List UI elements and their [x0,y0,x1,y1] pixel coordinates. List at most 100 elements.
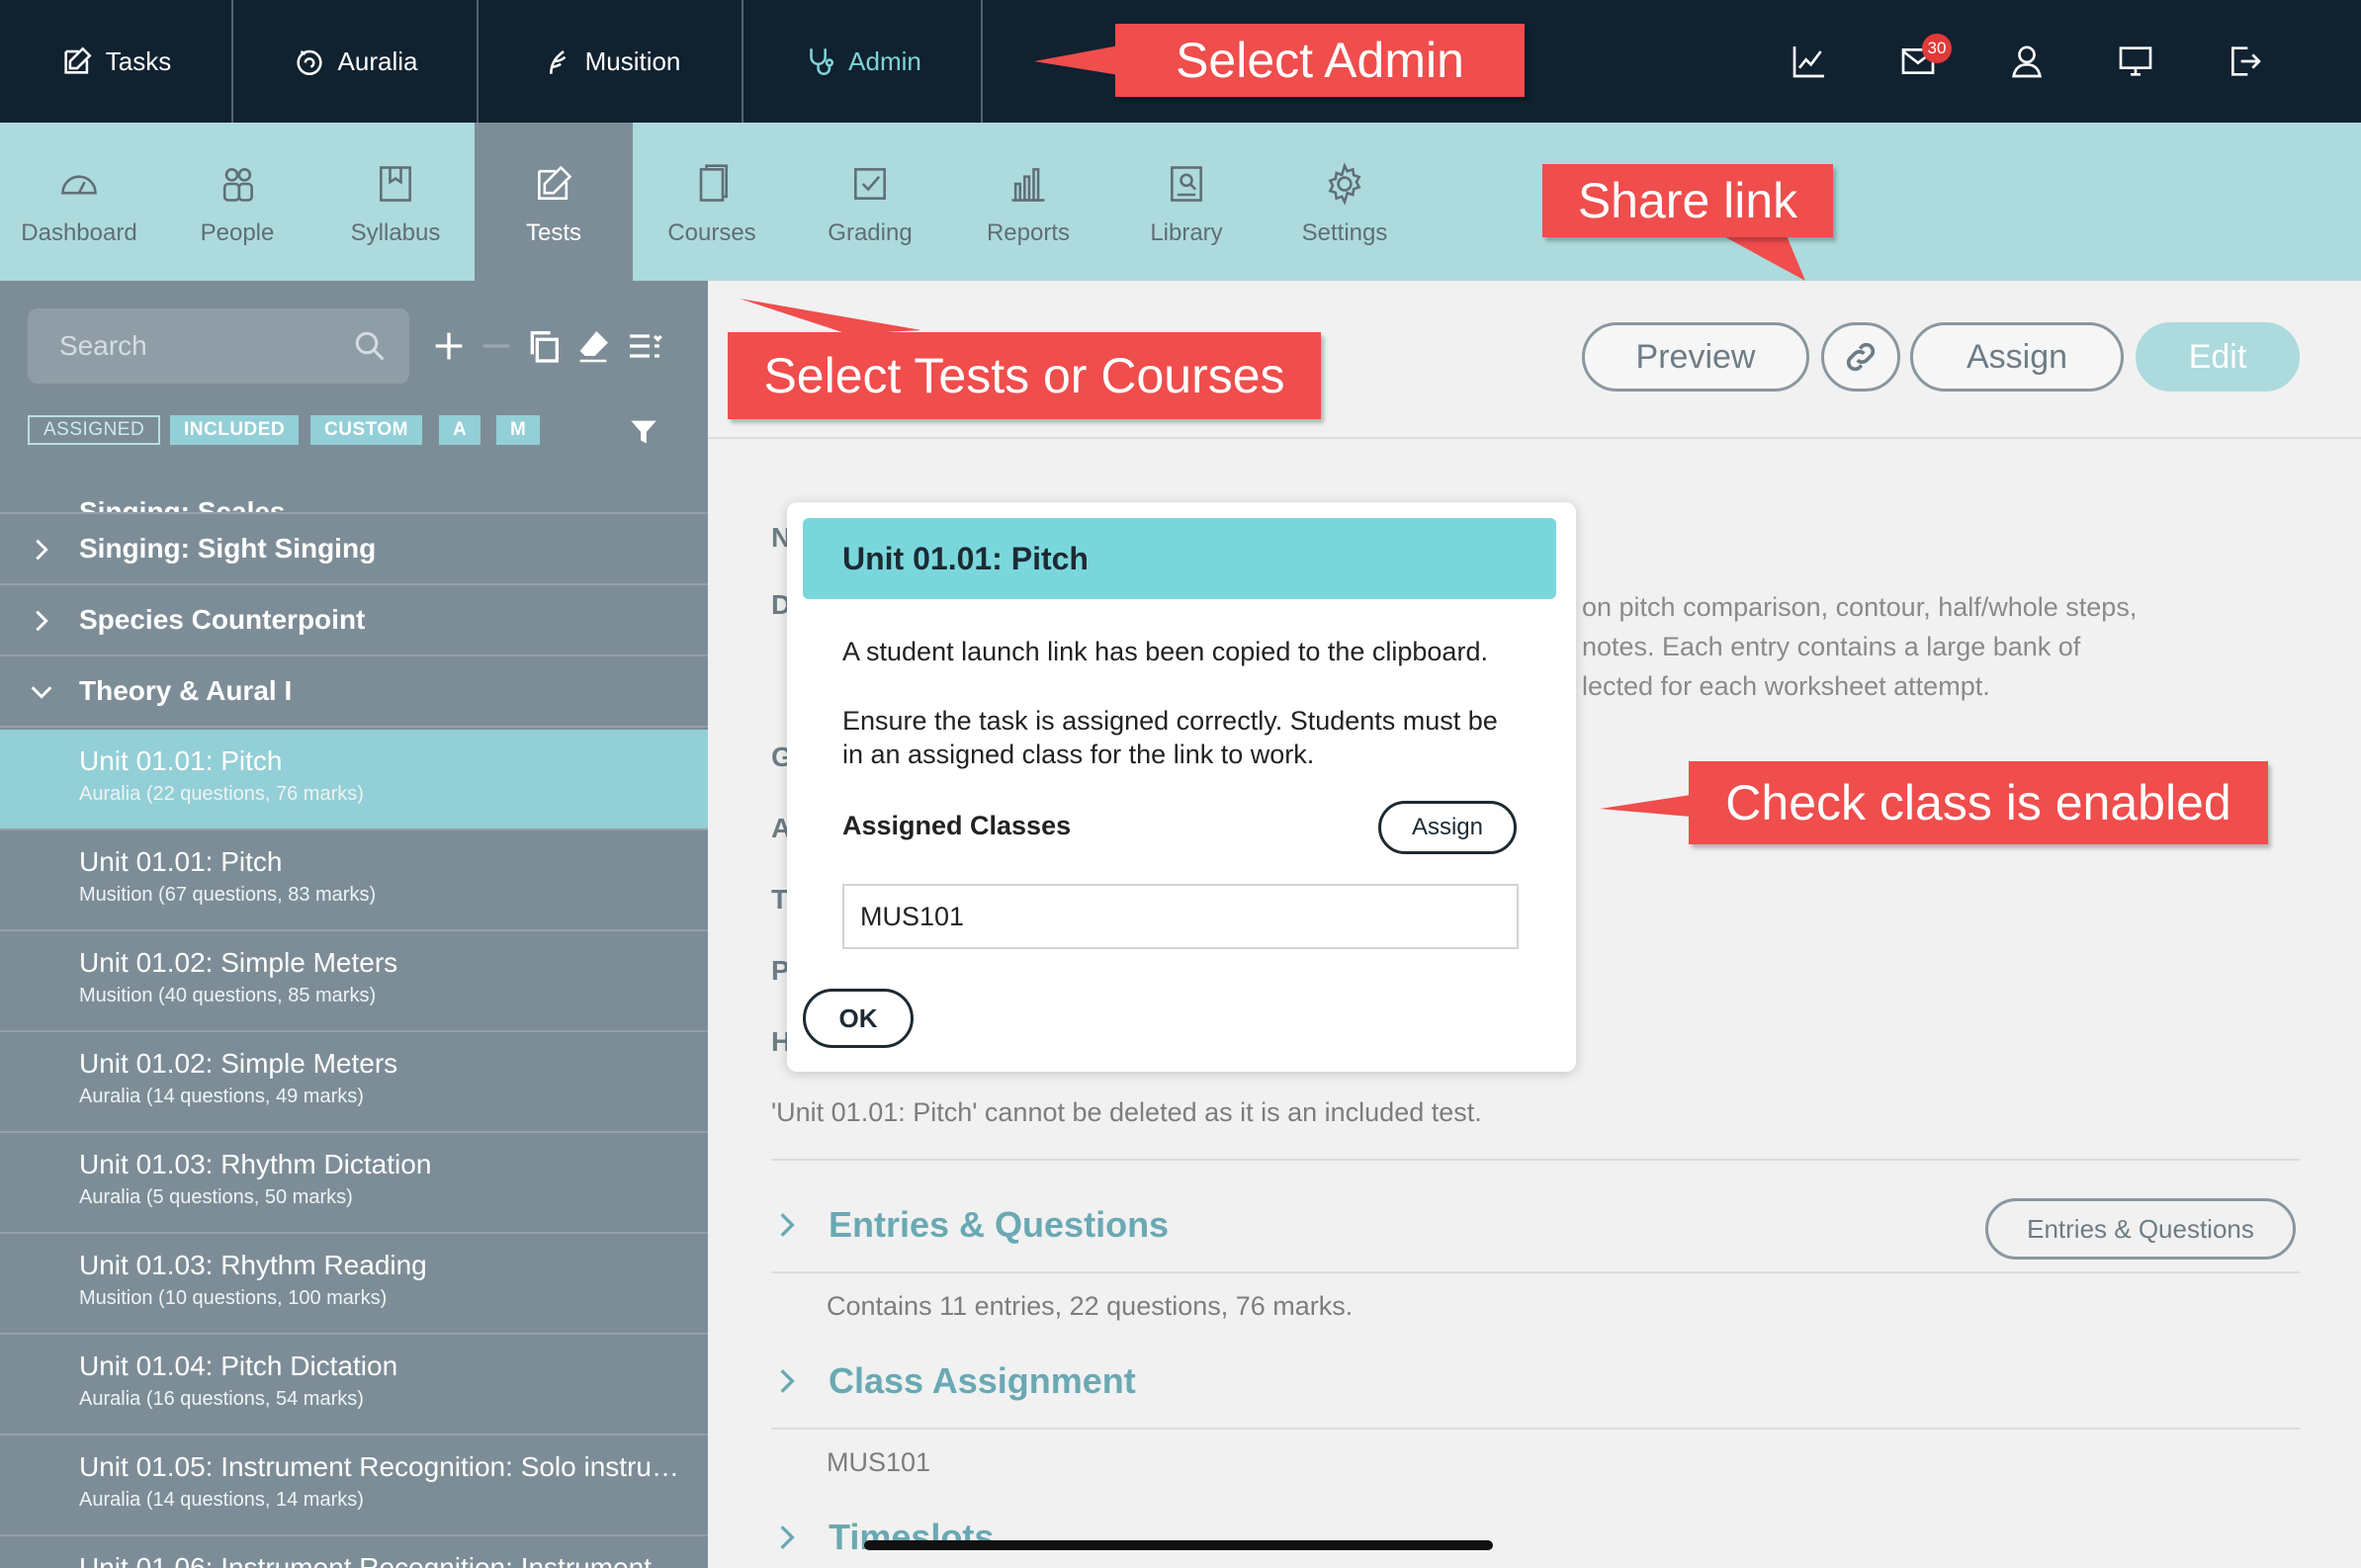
assigned-classes-label: Assigned Classes [842,811,1072,840]
test-row[interactable]: Unit 01.03: Rhythm Reading Musition (10 … [0,1234,708,1335]
app-tab-tasks[interactable]: Tasks [0,0,233,123]
test-title: Unit 01.02: Simple Meters [79,947,398,978]
test-title: Unit 01.01: Pitch [79,745,283,776]
section-entries-questions[interactable]: Entries & Questions [771,1204,1169,1246]
chevron-right-icon [771,1209,829,1241]
group-theory-aural[interactable]: Theory & Aural I [0,656,708,728]
monitor-icon[interactable] [2116,42,2155,81]
preview-button[interactable]: Preview [1582,322,1809,392]
gear-icon [1323,162,1366,219]
test-subtitle: Musition (40 questions, 85 marks) [79,985,377,1006]
test-subtitle: Auralia (16 questions, 54 marks) [79,1388,364,1410]
musition-pen-icon [540,44,573,78]
edit-button[interactable]: Edit [2136,322,2300,392]
test-row[interactable]: Unit 01.01: Pitch Auralia (22 questions,… [0,730,708,830]
test-subtitle: Musition (10 questions, 100 marks) [79,1287,388,1309]
mail-icon[interactable]: 30 [1898,34,1952,81]
nav-syllabus[interactable]: Syllabus [316,123,475,281]
search-input[interactable]: Search [28,308,409,384]
filter-assigned[interactable]: ASSIGNED [28,415,161,445]
nav-label: Reports [986,219,1071,246]
section-timeslots[interactable]: Timeslots [771,1517,994,1558]
add-icon[interactable] [429,326,469,366]
group-label: Theory & Aural I [79,675,293,706]
book-icon [374,162,417,219]
filter-musition[interactable]: M [496,415,541,445]
group-label: Singing: Sight Singing [79,533,377,564]
section-body: MUS101 [827,1447,931,1477]
nav-library[interactable]: Library [1107,123,1266,281]
app-tab-auralia[interactable]: Auralia [233,0,479,123]
app-tab-admin[interactable]: Admin [743,0,983,123]
test-row[interactable]: Unit 01.01: Pitch Musition (67 questions… [0,830,708,931]
search-icon[interactable] [352,328,388,364]
test-row[interactable]: Unit 01.05: Instrument Recognition: Solo… [0,1436,708,1536]
nav-people[interactable]: People [158,123,316,281]
nav-label: Courses [667,219,756,246]
delete-note: 'Unit 01.01: Pitch' cannot be deleted as… [771,1097,1482,1127]
logout-icon[interactable] [2225,42,2264,81]
button-label: OK [838,1002,878,1033]
filter-funnel-icon[interactable] [627,415,660,449]
group-species-counterpoint[interactable]: Species Counterpoint [0,585,708,656]
test-list-sidebar: Search ASSIGNED INCLUDED CUSTOM A M Sing… [0,281,708,1568]
user-icon[interactable] [2007,42,2047,81]
nav-grading[interactable]: Grading [791,123,949,281]
line-chart-icon[interactable] [1790,42,1829,81]
nav-label: Tests [525,219,581,246]
share-link-button[interactable] [1821,322,1900,392]
section-class-assignment[interactable]: Class Assignment [771,1360,1136,1402]
nav-courses[interactable]: Courses [633,123,791,281]
mail-count-badge: 30 [1922,34,1952,63]
group-sight-singing[interactable]: Singing: Sight Singing [0,514,708,585]
share-link-dialog: Unit 01.01: Pitch A student launch link … [787,502,1576,1072]
admin-nav-bar: Dashboard People Syllabus Tests Courses … [0,123,2361,281]
auralia-ear-icon [293,44,326,78]
home-indicator [864,1540,1493,1550]
filter-custom[interactable]: CUSTOM [310,415,422,445]
section-body: Contains 11 entries, 22 questions, 76 ma… [827,1291,1354,1321]
ok-button[interactable]: OK [803,989,914,1048]
test-row[interactable]: Unit 01.06: Instrument Recognition: Inst… [0,1536,708,1568]
button-label: Edit [2188,337,2247,376]
chevron-right-icon [771,1365,829,1397]
test-description: on pitch comparison, contour, half/whole… [1582,587,2225,706]
app-tab-musition[interactable]: Musition [479,0,743,123]
nav-settings[interactable]: Settings [1266,123,1424,281]
callout-text: Share link [1577,173,1798,228]
nav-label: Settings [1301,219,1388,246]
chevron-down-icon [28,678,55,706]
group-singing-scales[interactable]: Singing: Scales [0,479,708,514]
eraser-icon[interactable] [573,326,613,366]
test-title: Unit 01.06: Instrument Recognition: Inst… [79,1552,679,1568]
assign-button[interactable]: Assign [1910,322,2124,392]
nav-tests[interactable]: Tests [475,123,633,281]
description-line: on pitch comparison, contour, half/whole… [1582,592,2138,622]
list-options-icon[interactable] [625,326,664,366]
app-tab-label: Musition [584,45,681,76]
callout-text: Check class is enabled [1725,775,2231,830]
test-row[interactable]: Unit 01.03: Rhythm Dictation Auralia (5 … [0,1133,708,1234]
callout-select-admin: Select Admin [1115,24,1525,97]
test-row[interactable]: Unit 01.02: Simple Meters Musition (40 q… [0,931,708,1032]
callout-check-class: Check class is enabled [1689,761,2268,844]
duplicate-icon[interactable] [524,326,564,366]
group-label: Singing: Scales [79,496,286,514]
group-label: Species Counterpoint [79,604,366,635]
filter-auralia[interactable]: A [439,415,481,445]
gauge-icon [57,162,101,219]
assigned-class-item: MUS101 [842,884,1519,949]
nav-dashboard[interactable]: Dashboard [0,123,158,281]
dialog-assign-button[interactable]: Assign [1378,801,1517,854]
app-tab-label: Auralia [337,45,418,76]
filter-included[interactable]: INCLUDED [170,415,300,445]
entries-questions-button[interactable]: Entries & Questions [1985,1198,2296,1260]
test-row[interactable]: Unit 01.02: Simple Meters Auralia (14 qu… [0,1032,708,1133]
dialog-warning: Ensure the task is assigned correctly. S… [842,706,1498,769]
section-divider [771,1271,2300,1273]
nav-reports[interactable]: Reports [949,123,1107,281]
test-row[interactable]: Unit 01.04: Pitch Dictation Auralia (16 … [0,1335,708,1436]
nav-label: Syllabus [350,219,441,246]
link-icon [1841,337,1880,377]
dialog-message: A student launch link has been copied to… [842,637,1488,666]
